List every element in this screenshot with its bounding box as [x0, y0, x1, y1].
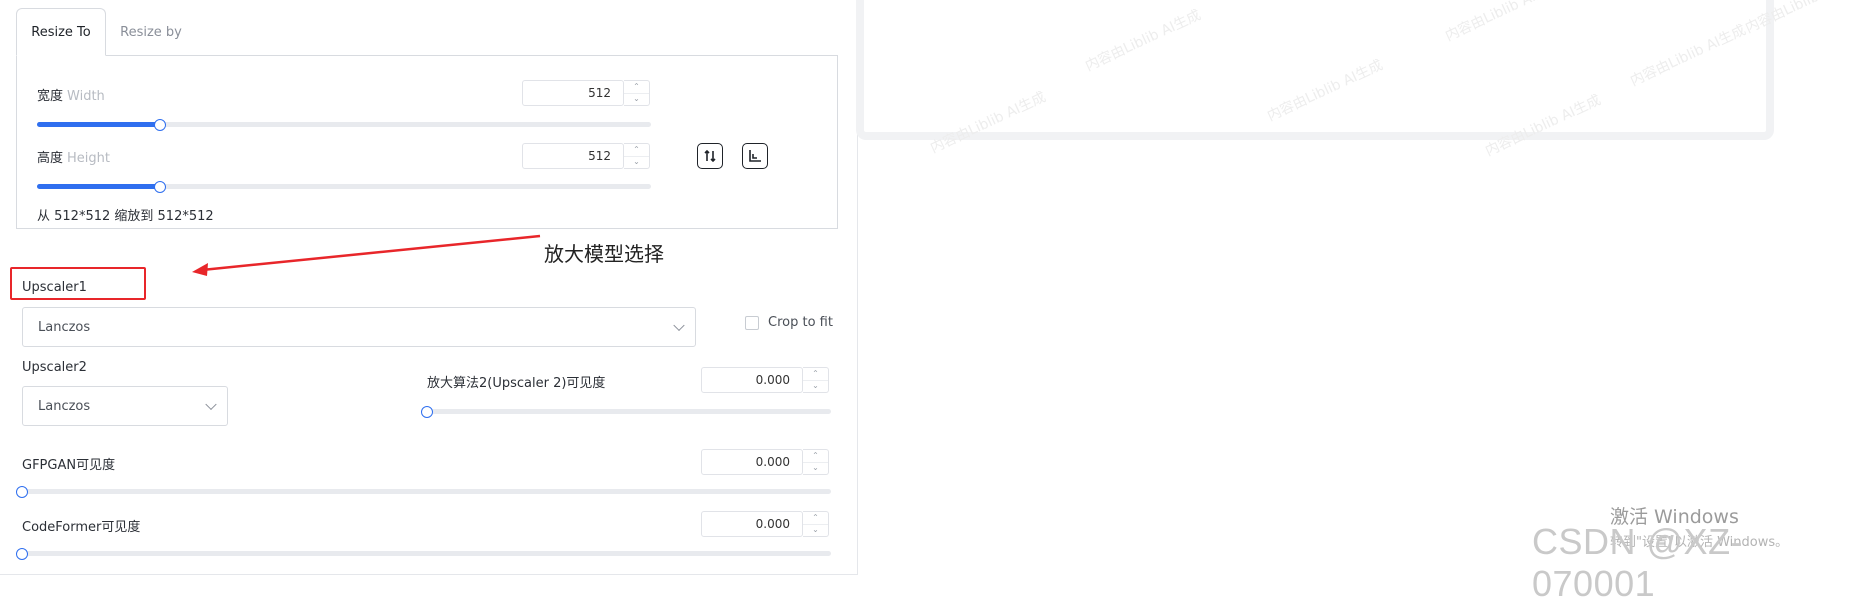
height-label-en: Height — [67, 151, 110, 166]
chevron-down-icon — [205, 398, 217, 411]
codeformer-slider-track[interactable] — [22, 551, 831, 556]
width-label-cn: 宽度 — [37, 89, 64, 104]
gfpgan-slider-track[interactable] — [22, 489, 831, 494]
chevron-up-icon[interactable]: ⌃ — [624, 144, 649, 157]
width-input[interactable]: 512 — [522, 80, 624, 106]
chevron-down-icon[interactable]: ⌄ — [803, 381, 828, 393]
height-input[interactable]: 512 — [522, 143, 624, 169]
upscaler2-visibility-label: 放大算法2(Upscaler 2)可见度 — [427, 376, 606, 391]
chevron-up-icon[interactable]: ⌃ — [624, 81, 649, 94]
upscaler2-label: Upscaler2 — [22, 360, 87, 375]
upscaler2-visibility-stepper[interactable]: ⌃ ⌄ — [803, 367, 829, 393]
upscaler2-visibility-input[interactable]: 0.000 — [701, 367, 803, 393]
gfpgan-label: GFPGAN可见度 — [22, 458, 116, 473]
gfpgan-slider-thumb[interactable] — [16, 486, 28, 498]
chevron-down-icon[interactable]: ⌄ — [624, 157, 649, 169]
crop-to-fit-label: Crop to fit — [768, 315, 833, 330]
width-slider-thumb[interactable] — [153, 119, 166, 131]
upscaler2-visibility-slider-thumb[interactable] — [421, 406, 433, 418]
width-label: 宽度 Width — [37, 85, 105, 104]
chevron-down-icon[interactable]: ⌄ — [803, 525, 828, 537]
upscaler1-label: Upscaler1 — [22, 280, 87, 295]
csdn-watermark: CSDN @XZ-070001 — [1532, 521, 1744, 604]
upscaler1-value: Lanczos — [38, 319, 91, 335]
codeformer-label: CodeFormer可见度 — [22, 520, 141, 535]
tab-resize-by[interactable]: Resize by — [106, 8, 196, 56]
scale-info-text: 从 512*512 缩放到 512*512 — [37, 209, 214, 224]
width-stepper[interactable]: ⌃ ⌄ — [624, 80, 650, 106]
chevron-up-icon[interactable]: ⌃ — [803, 450, 828, 463]
codeformer-slider-thumb[interactable] — [16, 548, 28, 560]
height-slider-thumb[interactable] — [153, 181, 166, 193]
codeformer-stepper[interactable]: ⌃ ⌄ — [803, 511, 829, 537]
width-slider-fill — [37, 122, 160, 127]
crop-to-fit-checkbox[interactable] — [745, 316, 759, 330]
height-label-cn: 高度 — [37, 151, 64, 166]
upscaler1-select[interactable]: Lanczos — [22, 307, 696, 347]
height-slider-fill — [37, 184, 160, 189]
height-label: 高度 Height — [37, 147, 110, 166]
aspect-ratio-button[interactable] — [742, 143, 768, 169]
codeformer-input[interactable]: 0.000 — [701, 511, 803, 537]
width-label-en: Width — [67, 89, 105, 104]
swap-dimensions-button[interactable] — [697, 143, 723, 169]
resize-tab-panel — [16, 55, 838, 229]
chevron-down-icon[interactable]: ⌄ — [624, 94, 649, 106]
gfpgan-input[interactable]: 0.000 — [701, 449, 803, 475]
annotation-text: 放大模型选择 — [544, 242, 664, 266]
upscaler2-select[interactable]: Lanczos — [22, 386, 228, 426]
swap-icon — [704, 149, 716, 163]
upscaler2-value: Lanczos — [38, 398, 91, 414]
chevron-up-icon[interactable]: ⌃ — [803, 368, 828, 381]
chevron-up-icon[interactable]: ⌃ — [803, 512, 828, 525]
tab-resize-to[interactable]: Resize To — [16, 8, 106, 56]
chevron-down-icon[interactable]: ⌄ — [803, 463, 828, 475]
aspect-ratio-icon — [749, 150, 761, 162]
height-stepper[interactable]: ⌃ ⌄ — [624, 143, 650, 169]
annotation-arrow — [192, 234, 541, 276]
upscaler2-visibility-slider-track[interactable] — [427, 409, 831, 414]
chevron-down-icon — [673, 319, 685, 332]
gfpgan-stepper[interactable]: ⌃ ⌄ — [803, 449, 829, 475]
